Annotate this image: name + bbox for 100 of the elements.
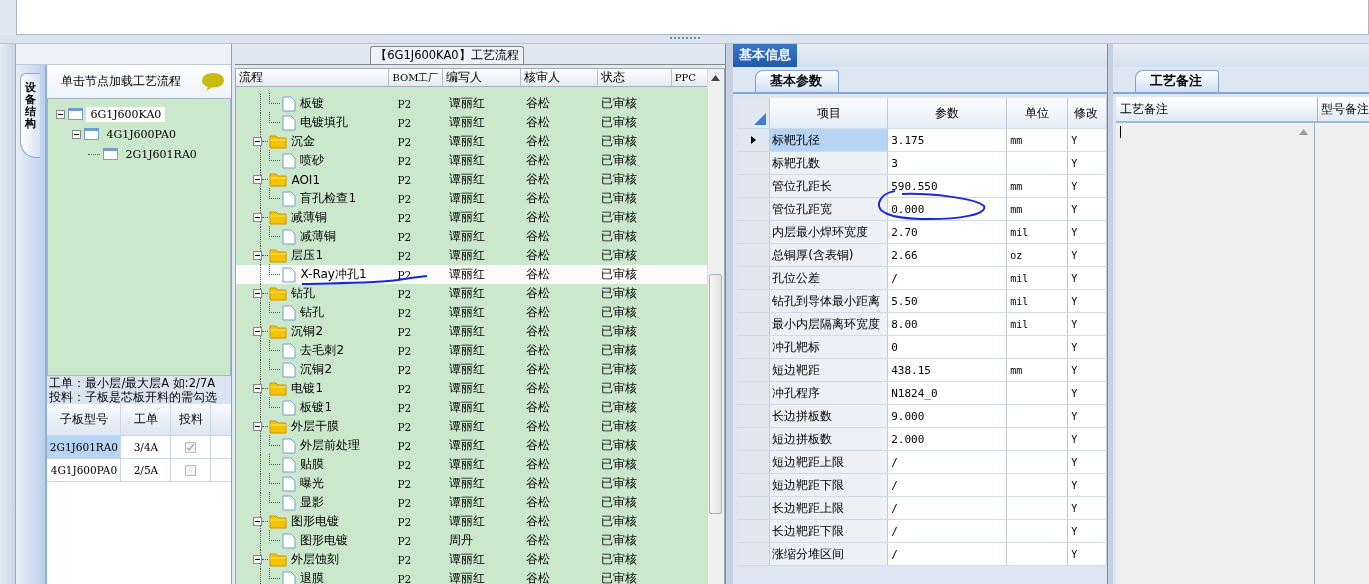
tree-row[interactable]: 减薄铜 P2 谭丽红 谷松 已审核 <box>236 227 709 246</box>
collapse-icon[interactable] <box>253 213 263 222</box>
table-cell[interactable]: 标靶孔数 <box>770 152 889 174</box>
column-header[interactable]: 单位 <box>1007 98 1069 128</box>
tree-row[interactable]: 沉金 P2 谭丽红 谷松 已审核 <box>236 132 709 151</box>
scroll-up-icon[interactable] <box>711 75 721 81</box>
column-header[interactable]: 项目 <box>770 98 889 128</box>
column-header[interactable]: 流程 <box>236 69 390 86</box>
table-cell[interactable]: 9.000 <box>888 405 1008 427</box>
table-cell[interactable]: / <box>888 543 1008 565</box>
table-cell[interactable]: 438.15 <box>888 359 1008 381</box>
tree-row[interactable]: 电镀填孔 P2 谭丽红 谷松 已审核 <box>236 113 709 132</box>
document-icon <box>282 190 297 207</box>
table-cell[interactable]: 长边靶距下限 <box>770 520 889 542</box>
tree-row[interactable]: 钻孔 P2 谭丽红 谷松 已审核 <box>236 284 709 303</box>
unit-text: mil <box>1010 226 1029 238</box>
table-cell[interactable]: 涨缩分堆区间 <box>770 543 889 565</box>
column-header[interactable]: 核审人 <box>521 69 598 86</box>
splitter-bar[interactable] <box>1107 44 1113 584</box>
collapse-icon[interactable] <box>56 109 66 119</box>
splitter-bar[interactable] <box>0 35 1369 44</box>
column-header[interactable]: 型号备注 <box>1318 97 1369 121</box>
table-cell[interactable]: 总铜厚(含表铜) <box>770 244 889 266</box>
tree-row[interactable]: AOI1 P2 谭丽红 谷松 已审核 <box>236 170 709 189</box>
tree-row[interactable]: 图形电镀 P2 周丹 谷松 已审核 <box>236 531 709 550</box>
tree-row[interactable]: 贴膜 P2 谭丽红 谷松 已审核 <box>236 455 709 474</box>
splitter-grip-icon[interactable] <box>669 37 700 41</box>
tree-row[interactable]: 显影 P2 谭丽红 谷松 已审核 <box>236 493 709 512</box>
collapse-icon[interactable] <box>253 289 263 298</box>
table-cell[interactable]: 2G1J601RA0 <box>47 436 122 458</box>
tab[interactable]: 工艺备注 <box>1135 70 1219 92</box>
table-cell[interactable]: 最小内层隔离环宽度 <box>770 313 889 335</box>
column-header[interactable]: 工艺备注 <box>1116 97 1318 121</box>
column-header[interactable]: 参数 <box>888 98 1008 128</box>
tree-row[interactable]: 层压1 P2 谭丽红 谷松 已审核 <box>236 246 709 265</box>
tree-row[interactable]: 外层前处理 P2 谭丽红 谷松 已审核 <box>236 436 709 455</box>
table-cell[interactable]: / <box>888 520 1008 542</box>
tree-row[interactable]: 钻孔 P2 谭丽红 谷松 已审核 <box>236 303 709 322</box>
tree-row[interactable]: 喷砂 P2 谭丽红 谷松 已审核 <box>236 151 709 170</box>
collapse-icon[interactable] <box>253 251 263 260</box>
tree-node[interactable]: 4G1J600PA0 <box>102 126 180 142</box>
table-cell[interactable]: 长边拼板数 <box>770 405 889 427</box>
speech-bubble-icon[interactable] <box>201 71 226 92</box>
table-cell[interactable]: 冲孔靶标 <box>770 336 889 358</box>
table-cell[interactable]: 钻孔到导体最小距离 <box>770 290 889 312</box>
tree-row[interactable]: 曝光 P2 谭丽红 谷松 已审核 <box>236 474 709 493</box>
column-header[interactable]: 工单 <box>121 404 172 435</box>
table-cell[interactable]: 孔位公差 <box>770 267 889 289</box>
checkbox[interactable] <box>185 464 197 476</box>
table-cell[interactable]: / <box>888 451 1008 473</box>
table-cell[interactable]: 标靶孔径 <box>770 129 889 151</box>
collapse-icon[interactable] <box>253 327 263 336</box>
tree-row[interactable]: 外层干膜 P2 谭丽红 谷松 已审核 <box>236 417 709 436</box>
tree-row[interactable]: 去毛刺2 P2 谭丽红 谷松 已审核 <box>236 341 709 360</box>
collapse-icon[interactable] <box>253 422 263 431</box>
tree-row[interactable]: 沉铜2 P2 谭丽红 谷松 已审核 <box>236 322 709 341</box>
table-cell[interactable]: 长边靶距上限 <box>770 497 889 519</box>
collapse-icon[interactable] <box>253 175 263 184</box>
tree-row[interactable]: 板镀 P2 谭丽红 谷松 已审核 <box>236 94 709 113</box>
column-header[interactable]: BOM工厂 <box>389 69 444 86</box>
tree-row[interactable]: 退膜 P2 谭丽红 谷松 已审核 <box>236 569 709 584</box>
collapse-icon[interactable] <box>253 517 263 526</box>
tab[interactable]: 基本参数 <box>755 70 840 92</box>
tree-row[interactable]: 板镀1 P2 谭丽红 谷松 已审核 <box>236 398 709 417</box>
table-cell[interactable]: 冲孔程序 <box>770 382 889 404</box>
tree-row[interactable]: 电镀1 P2 谭丽红 谷松 已审核 <box>236 379 709 398</box>
column-header[interactable]: 投料 <box>171 404 212 435</box>
table-cell[interactable]: / <box>888 267 1008 289</box>
row-header[interactable] <box>737 129 771 151</box>
table-cell[interactable]: 短边靶距上限 <box>770 451 889 473</box>
table-cell[interactable]: 管位孔距长 <box>770 175 889 197</box>
panel-tab[interactable]: 基本信息 <box>733 44 798 67</box>
scrollbar[interactable] <box>707 69 725 584</box>
tree-node[interactable]: 6G1J600KA0 <box>86 106 166 122</box>
remarks-field[interactable] <box>1315 123 1369 584</box>
table-cell[interactable]: / <box>888 474 1008 496</box>
tree-row[interactable]: 减薄铜 P2 谭丽红 谷松 已审核 <box>236 208 709 227</box>
collapse-icon[interactable] <box>253 384 263 393</box>
tree-row[interactable]: 沉铜2 P2 谭丽红 谷松 已审核 <box>236 360 709 379</box>
table-cell[interactable]: / <box>888 497 1008 519</box>
scroll-thumb[interactable] <box>709 274 723 514</box>
remarks-field[interactable] <box>1116 123 1315 584</box>
side-tab[interactable]: 设备结构 <box>20 73 41 158</box>
tree-node[interactable]: 2G1J601RA0 <box>121 146 201 162</box>
table-cell[interactable]: 短边拼板数 <box>770 428 889 450</box>
table-cell[interactable]: 短边靶距下限 <box>770 474 889 496</box>
table-cell[interactable]: 管位孔距宽 <box>770 198 889 220</box>
tree-row[interactable]: 盲孔检查1 P2 谭丽红 谷松 已审核 <box>236 189 709 208</box>
table-cell[interactable]: 短边靶距 <box>770 359 889 381</box>
checkbox[interactable] <box>185 441 197 453</box>
collapse-icon[interactable] <box>253 137 263 146</box>
tree-row[interactable]: 图形电镀 P2 谭丽红 谷松 已审核 <box>236 512 709 531</box>
collapse-icon[interactable] <box>253 555 263 564</box>
table-cell[interactable]: 4G1J600PA0 <box>47 459 122 481</box>
collapse-icon[interactable] <box>72 129 82 139</box>
column-header[interactable]: 状态 <box>597 69 672 86</box>
table-cell[interactable]: 内层最小焊环宽度 <box>770 221 889 243</box>
tree-row[interactable]: 外层蚀刻 P2 谭丽红 谷松 已审核 <box>236 550 709 569</box>
column-header[interactable]: 子板型号 <box>47 404 122 435</box>
column-header[interactable]: 编写人 <box>443 69 522 86</box>
